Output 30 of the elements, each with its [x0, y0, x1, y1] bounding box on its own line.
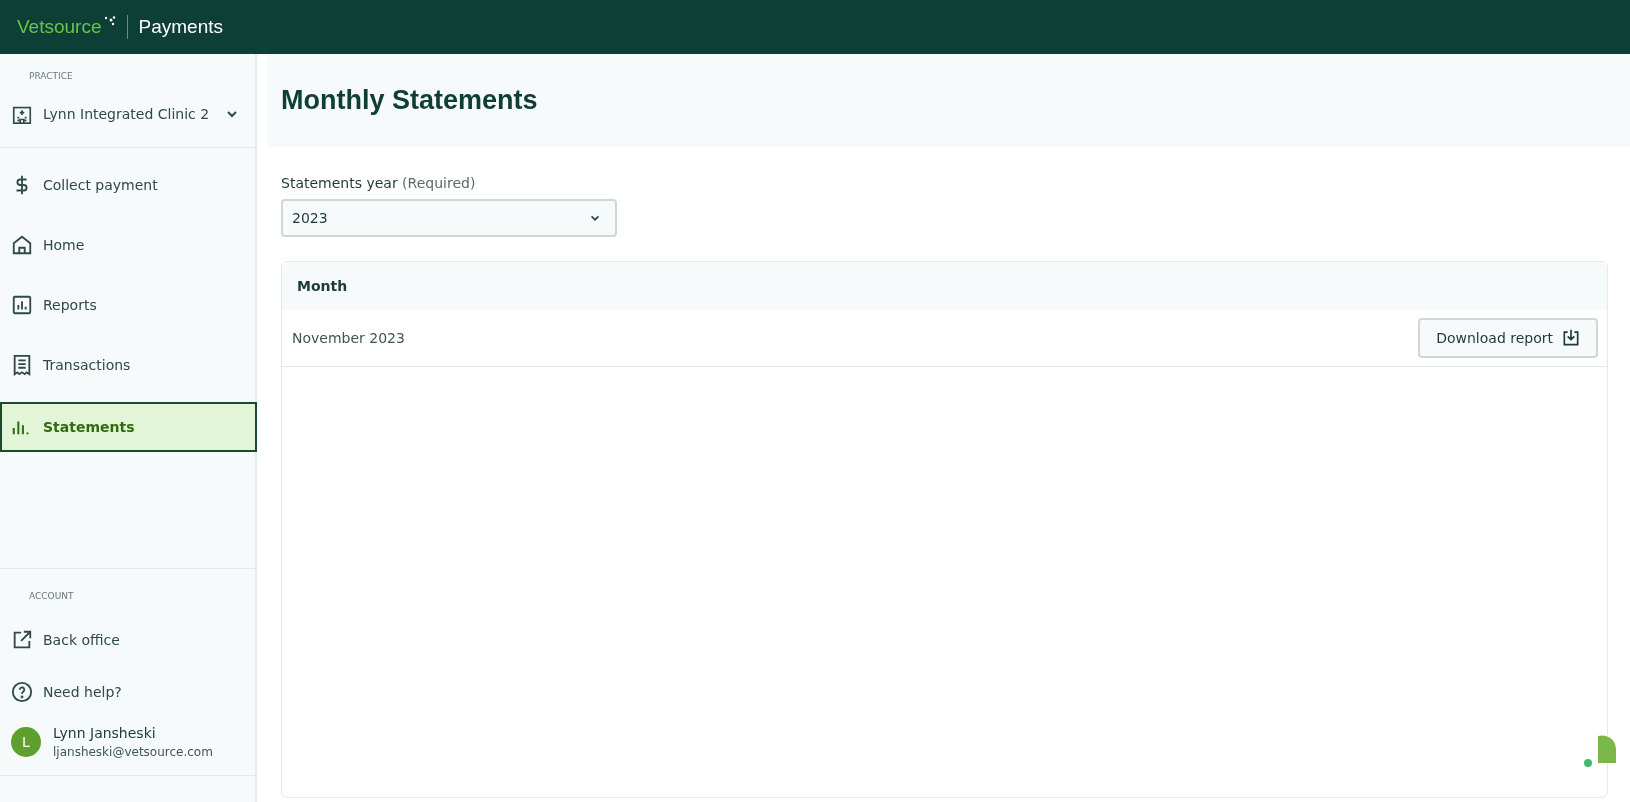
practice-name: Lynn Integrated Clinic 2	[43, 106, 211, 122]
download-button[interactable]: Download report	[1418, 318, 1598, 358]
user-name: Lynn Jansheski	[53, 725, 157, 741]
receipt-icon	[11, 354, 33, 376]
column-header: Month	[297, 278, 348, 294]
download-icon	[1561, 328, 1581, 348]
home-icon	[11, 234, 33, 256]
brand-logo[interactable]: Vetsource	[17, 16, 102, 38]
nav-item[interactable]: Statements	[0, 402, 257, 452]
user-avatar: L	[11, 727, 41, 757]
bar-chart-icon	[11, 294, 33, 316]
section-label: PRACTICE	[28, 70, 74, 81]
table-cell: November 2023	[292, 330, 405, 346]
help-icon	[11, 681, 33, 703]
sparkle-dots-icon	[103, 16, 116, 26]
field-label: Statements year (Required)	[281, 175, 477, 191]
nav-item[interactable]: Reports	[0, 282, 255, 328]
chat-bubble-icon[interactable]	[1584, 734, 1618, 768]
nav-item[interactable]: Transactions	[0, 342, 255, 388]
practice-selector[interactable]: Lynn Integrated Clinic 2	[0, 81, 255, 147]
user-email: ljansheski@vetsource.com	[53, 745, 213, 759]
section-label: ACCOUNT	[28, 590, 75, 603]
account-link[interactable]: Need help?	[0, 669, 255, 715]
nav-item[interactable]: Collect payment	[0, 162, 255, 208]
product-name: Payments	[138, 16, 223, 38]
nav-item[interactable]: Home	[0, 222, 255, 268]
account-link[interactable]: Back office	[0, 617, 255, 663]
page-title: Monthly Statements	[281, 85, 538, 116]
year-select[interactable]: 2023	[281, 199, 617, 237]
external-link-icon	[11, 629, 33, 651]
